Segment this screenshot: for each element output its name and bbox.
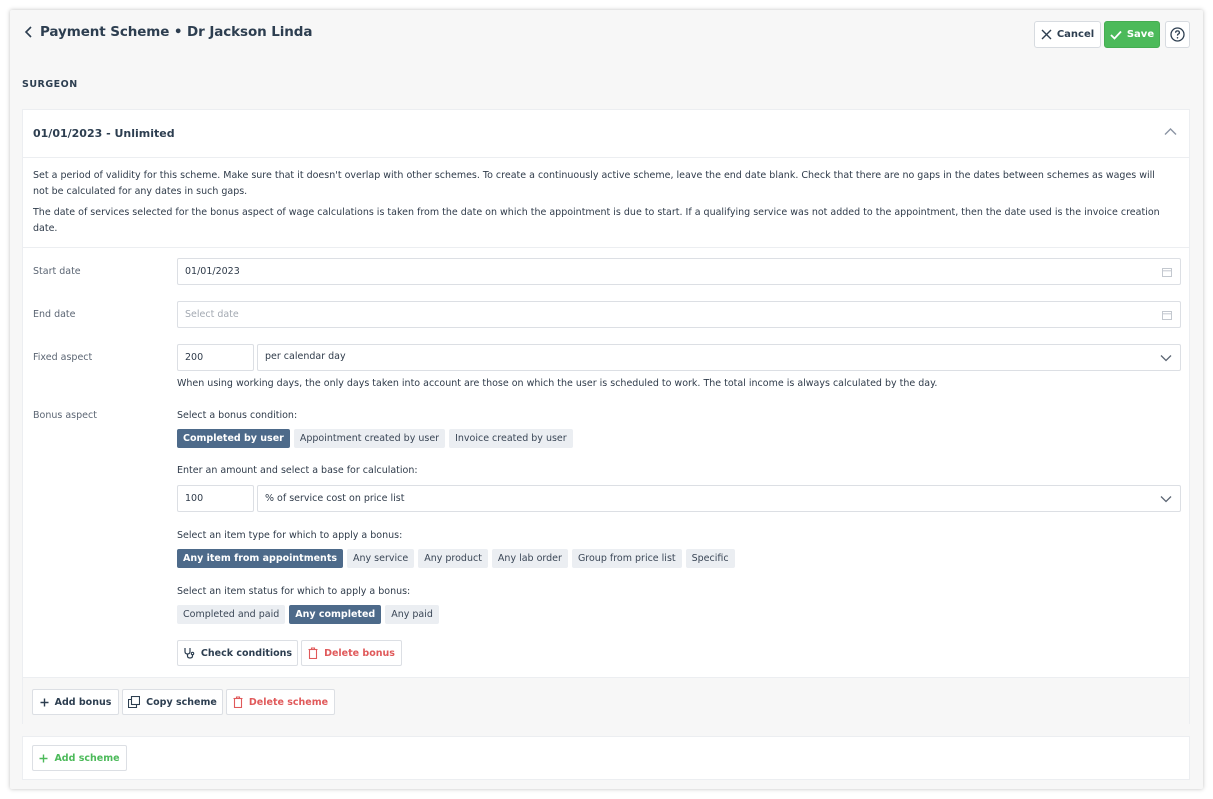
check-icon	[1110, 30, 1122, 40]
chip-completed-and-paid[interactable]: Completed and paid	[177, 605, 286, 624]
delete-scheme-label: Delete scheme	[248, 696, 329, 708]
end-date-label: End date	[33, 309, 76, 320]
page-header: Payment Scheme • Dr Jackson Linda Cancel…	[10, 10, 1203, 58]
start-date-value: 01/01/2023	[185, 266, 240, 277]
fixed-period-value: per calendar day	[265, 351, 346, 362]
fixed-aspect-hint: When using working days, the only days t…	[177, 378, 938, 389]
fixed-amount-input[interactable]: 200	[177, 344, 254, 371]
bonus-condition-options: Completed by user Appointment created by…	[177, 429, 573, 448]
scheme-card: 01/01/2023 - Unlimited Set a period of v…	[22, 109, 1190, 725]
bonus-condition-heading: Select a bonus condition:	[177, 410, 298, 421]
cancel-label: Cancel	[1056, 29, 1095, 40]
divider	[23, 247, 1189, 248]
chip-any-item-from-appointments[interactable]: Any item from appointments	[177, 549, 344, 568]
fixed-aspect-label: Fixed aspect	[33, 352, 93, 363]
end-date-field[interactable]: Select date	[177, 301, 1181, 328]
fixed-period-select[interactable]: per calendar day	[257, 344, 1181, 371]
chip-any-lab-order[interactable]: Any lab order	[491, 549, 568, 568]
description-paragraph: The date of services selected for the bo…	[33, 207, 1160, 234]
stethoscope-icon	[184, 648, 195, 659]
bonus-amount-value: 100	[185, 493, 204, 504]
add-bonus-label: Add bonus	[54, 696, 112, 708]
chip-specific[interactable]: Specific	[685, 549, 735, 568]
scheme-card-header[interactable]: 01/01/2023 - Unlimited	[23, 110, 1189, 158]
delete-scheme-button[interactable]: Delete scheme	[226, 689, 335, 715]
item-type-heading: Select an item type for which to apply a…	[177, 530, 403, 541]
item-type-options: Any item from appointments Any service A…	[177, 549, 735, 568]
calendar-icon[interactable]	[1162, 267, 1172, 277]
chip-group-from-price-list[interactable]: Group from price list	[571, 549, 682, 568]
delete-bonus-button[interactable]: Delete bonus	[301, 640, 402, 666]
copy-scheme-button[interactable]: Copy scheme	[122, 689, 223, 715]
trash-icon	[308, 647, 318, 659]
bonus-aspect-label: Bonus aspect	[33, 410, 97, 421]
chevron-up-icon[interactable]	[1164, 127, 1177, 136]
start-date-field[interactable]: 01/01/2023	[177, 258, 1181, 285]
scheme-card-footer: Add bonus Copy scheme Delete scheme	[23, 677, 1189, 725]
start-date-label: Start date	[33, 266, 81, 277]
check-conditions-button[interactable]: Check conditions	[177, 640, 298, 666]
chip-any-paid[interactable]: Any paid	[385, 605, 439, 624]
copy-icon	[128, 696, 141, 708]
trash-icon	[233, 696, 243, 708]
fixed-amount-value: 200	[185, 352, 204, 363]
amount-heading: Enter an amount and select a base for ca…	[177, 465, 418, 476]
end-date-placeholder: Select date	[185, 309, 239, 320]
copy-scheme-label: Copy scheme	[146, 696, 217, 708]
plus-icon	[40, 698, 49, 706]
chevron-left-icon	[24, 26, 32, 38]
back-link[interactable]: Payment Scheme • Dr Jackson Linda	[24, 24, 312, 40]
chip-invoice-created-by-user[interactable]: Invoice created by user	[449, 429, 573, 448]
chevron-down-icon	[1160, 496, 1172, 503]
save-label: Save	[1126, 29, 1155, 40]
delete-bonus-label: Delete bonus	[324, 647, 395, 659]
chip-any-product[interactable]: Any product	[418, 549, 488, 568]
chip-completed-by-user[interactable]: Completed by user	[177, 429, 290, 448]
add-scheme-card: Add scheme	[22, 736, 1190, 780]
section-label: SURGEON	[22, 79, 78, 90]
calendar-icon[interactable]	[1162, 310, 1172, 320]
payment-scheme-window: Payment Scheme • Dr Jackson Linda Cancel…	[10, 10, 1203, 789]
bonus-amount-input[interactable]: 100	[177, 485, 254, 512]
item-status-options: Completed and paid Any completed Any pai…	[177, 605, 439, 624]
plus-icon	[39, 754, 48, 762]
chip-any-service[interactable]: Any service	[347, 549, 415, 568]
chip-appointment-created-by-user[interactable]: Appointment created by user	[293, 429, 446, 448]
add-bonus-button[interactable]: Add bonus	[32, 689, 119, 715]
save-button[interactable]: Save	[1104, 21, 1160, 48]
close-icon	[1041, 29, 1052, 40]
help-icon	[1170, 27, 1185, 42]
add-scheme-button[interactable]: Add scheme	[32, 745, 127, 771]
cancel-button[interactable]: Cancel	[1034, 21, 1101, 48]
add-scheme-label: Add scheme	[54, 752, 120, 764]
period-title: 01/01/2023 - Unlimited	[33, 127, 175, 140]
description-paragraph: Set a period of validity for this scheme…	[33, 170, 1155, 197]
bonus-base-select[interactable]: % of service cost on price list	[257, 485, 1181, 512]
chip-any-completed[interactable]: Any completed	[289, 605, 382, 624]
scheme-description: Set a period of validity for this scheme…	[33, 168, 1173, 237]
chevron-down-icon	[1160, 355, 1172, 362]
item-status-heading: Select an item status for which to apply…	[177, 586, 411, 597]
bonus-base-value: % of service cost on price list	[265, 493, 405, 504]
page-title: Payment Scheme • Dr Jackson Linda	[40, 24, 313, 40]
help-button[interactable]	[1165, 21, 1190, 48]
check-conditions-label: Check conditions	[200, 647, 293, 659]
